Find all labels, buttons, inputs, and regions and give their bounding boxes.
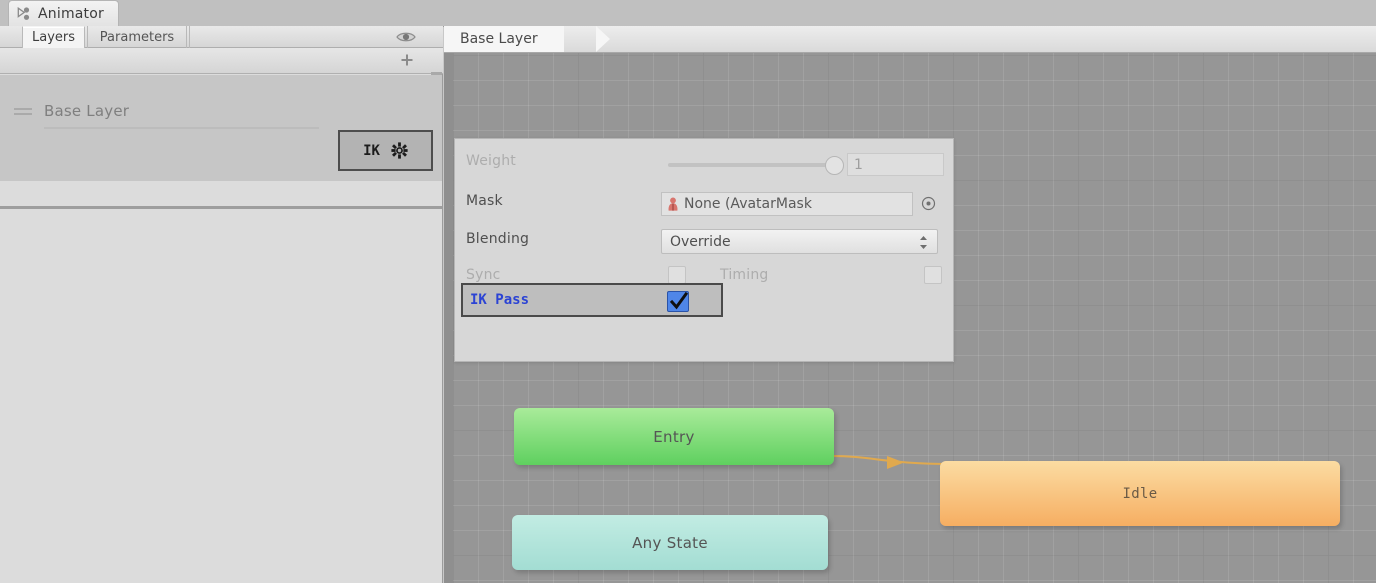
avatar-mask-icon	[666, 197, 680, 212]
blending-label: Blending	[466, 231, 530, 247]
state-node-label: Entry	[653, 427, 695, 446]
timing-label: Timing	[720, 267, 769, 283]
mask-row: Mask None (AvatarMask	[455, 187, 955, 217]
weight-label: Weight	[466, 153, 516, 169]
sync-checkbox[interactable]	[668, 266, 686, 284]
blending-row: Blending Override	[455, 225, 955, 255]
state-node-label: Any State	[632, 533, 708, 552]
ik-pass-row[interactable]: IK Pass	[461, 283, 723, 317]
blending-value: Override	[670, 233, 731, 250]
timing-checkbox[interactable]	[924, 266, 942, 284]
weight-slider[interactable]	[668, 163, 843, 167]
tab-layers[interactable]: Layers	[22, 26, 85, 48]
breadcrumb-chevron-icon	[596, 26, 610, 52]
ik-pass-label: IK Pass	[470, 292, 530, 308]
animator-graph-panel: Base Layer Entry Any State Idle Weight 1…	[444, 26, 1376, 583]
ik-pass-checkbox[interactable]	[667, 291, 689, 312]
mask-object-field[interactable]: None (AvatarMask	[661, 192, 913, 216]
state-machine-canvas[interactable]: Entry Any State Idle Weight 1 Mask None …	[444, 53, 1376, 583]
layer-name-underline	[44, 127, 319, 129]
transition-entry-to-idle[interactable]	[831, 453, 951, 469]
tab-animator-label: Animator	[38, 5, 104, 22]
mask-label: Mask	[466, 193, 503, 209]
breadcrumb: Base Layer	[444, 26, 1376, 53]
panel-subtab-bar: Layers Parameters	[0, 26, 443, 48]
weight-input[interactable]: 1	[847, 153, 944, 176]
slider-knob-icon[interactable]	[825, 156, 844, 175]
target-picker-icon[interactable]	[921, 196, 936, 211]
layer-name-label: Base Layer	[44, 102, 130, 120]
state-node-label: Idle	[1122, 485, 1158, 502]
plus-icon[interactable]	[399, 53, 415, 69]
layers-panel: Layers Parameters Base Layer IK	[0, 26, 443, 583]
state-node-entry[interactable]: Entry	[514, 408, 834, 465]
tab-layers-label: Layers	[31, 30, 76, 45]
mask-object-value: None (AvatarMask	[684, 196, 812, 212]
drag-handle-icon[interactable]	[14, 108, 32, 115]
tab-parameters-label: Parameters	[99, 29, 175, 45]
canvas-left-gutter	[444, 53, 453, 583]
eye-icon[interactable]	[395, 30, 417, 44]
layer-settings-inspector: Weight 1 Mask None (AvatarMask Blending …	[454, 138, 954, 362]
breadcrumb-item-base-layer[interactable]: Base Layer	[444, 26, 564, 52]
breadcrumb-item-label: Base Layer	[460, 31, 538, 47]
animator-icon	[17, 6, 32, 21]
tab-animator[interactable]: Animator	[8, 0, 119, 26]
layers-panel-empty-area	[0, 209, 442, 583]
state-node-any-state[interactable]: Any State	[512, 515, 828, 570]
layer-ik-settings-button[interactable]: IK	[338, 130, 433, 171]
weight-row: Weight 1	[455, 147, 955, 177]
gear-icon	[391, 142, 408, 159]
layer-toolbar	[0, 48, 443, 86]
animator-window: Animator Layers Parameters Base Layer IK…	[0, 0, 1376, 583]
blending-dropdown[interactable]: Override	[661, 229, 938, 254]
state-node-idle[interactable]: Idle	[940, 461, 1340, 526]
tab-parameters[interactable]: Parameters	[87, 26, 187, 48]
ik-button-label: IK	[363, 142, 380, 159]
sync-label: Sync	[466, 267, 501, 283]
chevron-updown-icon	[919, 235, 928, 250]
window-tab-strip: Animator	[0, 0, 1376, 27]
